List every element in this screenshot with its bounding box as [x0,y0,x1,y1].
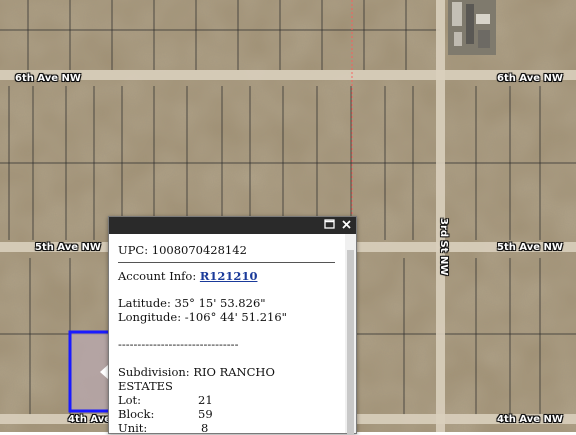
latitude-label: Latitude: [118,296,171,310]
lot-label: Lot: [118,393,142,407]
road-label-4th-ave-right: 4th Ave NW [497,414,563,425]
road-label-5th-ave-right: 5th Ave NW [497,242,563,253]
block-label: Block: [118,407,155,421]
popup-titlebar[interactable] [109,217,356,234]
road-label-6th-ave-right: 6th Ave NW [497,73,563,84]
upc-label: UPC: [118,243,149,257]
road-label-6th-ave-left: 6th Ave NW [15,73,81,84]
upc-value: 1008070428142 [151,243,247,257]
longitude-value: -106° 44' 51.216" [184,310,287,324]
longitude-row: Longitude: -106° 44' 51.216" [118,310,287,324]
block-value: 59 [198,407,213,421]
subdivision-value-2: ESTATES [118,379,173,393]
maximize-icon[interactable] [323,219,336,232]
account-link[interactable]: R121210 [200,269,258,283]
lot-value: 21 [198,393,213,407]
unit-value: 8 [201,421,209,433]
account-row: Account Info: R121210 [118,269,257,283]
scrollbar-thumb[interactable] [347,250,354,435]
latitude-row: Latitude: 35° 15' 53.826" [118,296,266,310]
close-icon[interactable] [340,219,353,232]
longitude-label: Longitude: [118,310,182,324]
header-divider [118,262,335,263]
latitude-value: 35° 15' 53.826" [174,296,266,310]
road-label-4th-ave-left: 4th Ave [68,414,112,425]
industrial-site [448,0,496,55]
road-label-3rd-st: 3rd St NW [438,218,449,276]
subdivision-label: Subdivision: [118,365,190,379]
upc-row: UPC: 1008070428142 [118,243,247,257]
parcel-info-popup: UPC: 1008070428142 Account Info: R121210… [108,216,357,435]
popup-body: UPC: 1008070428142 Account Info: R121210… [109,234,345,433]
subdivision-value-1: RIO RANCHO [193,365,275,379]
unit-label: Unit: [118,421,148,433]
separator: ------------------------------- [118,337,239,351]
account-label: Account Info: [118,269,197,283]
popup-scrollbar[interactable] [345,234,356,435]
subdivision-row: Subdivision: RIO RANCHO [118,365,275,379]
road-label-5th-ave-left: 5th Ave NW [35,242,101,253]
